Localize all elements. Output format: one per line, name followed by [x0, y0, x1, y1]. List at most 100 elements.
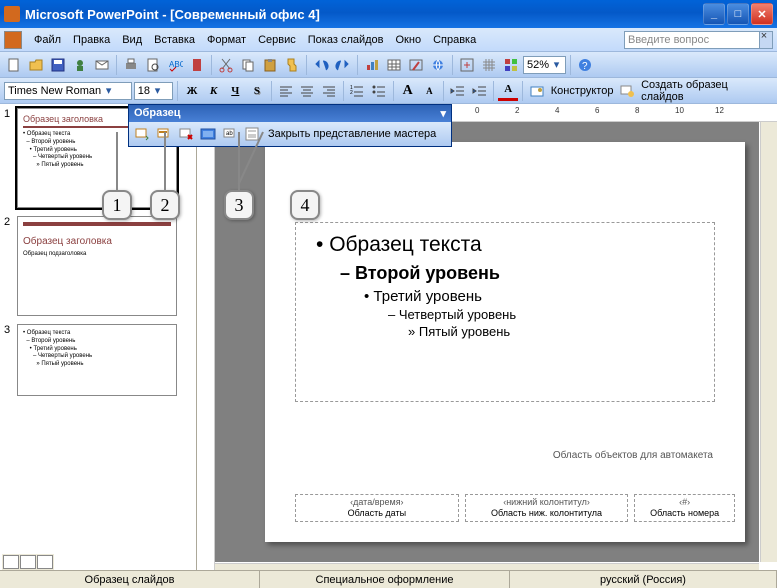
svg-text:ab: ab [226, 131, 233, 137]
help-button[interactable]: ? [575, 55, 595, 75]
status-bar: Образец слайдов Специальное оформление р… [0, 570, 777, 588]
paste-button[interactable] [260, 55, 280, 75]
color-button[interactable] [501, 55, 521, 75]
menu-window[interactable]: Окно [390, 32, 428, 48]
shadow-button[interactable]: S [247, 81, 267, 101]
numbered-list-button[interactable]: 12 [348, 81, 368, 101]
open-button[interactable] [26, 55, 46, 75]
font-name-value: Times New Roman [8, 85, 101, 97]
maximize-button[interactable]: □ [727, 3, 749, 25]
menu-insert[interactable]: Вставка [148, 32, 201, 48]
save-button[interactable] [48, 55, 68, 75]
chevron-down-icon[interactable]: ▾ [440, 107, 446, 120]
vertical-ruler[interactable] [197, 104, 215, 580]
decrease-font-button[interactable]: A [420, 81, 440, 101]
decrease-indent-button[interactable] [448, 81, 468, 101]
insert-slide-master-button[interactable] [132, 124, 152, 144]
print-button[interactable] [121, 55, 141, 75]
underline-button[interactable]: Ч [225, 81, 245, 101]
rename-master-button[interactable]: ab [220, 124, 240, 144]
number-placeholder[interactable]: ‹#›Область номера [634, 494, 735, 522]
doc-close-button[interactable]: × [757, 30, 771, 44]
canvas[interactable]: • Образец текста – Второй уровень • Трет… [215, 122, 759, 562]
preview-button[interactable] [143, 55, 163, 75]
hyperlink-button[interactable] [428, 55, 448, 75]
menu-format[interactable]: Формат [201, 32, 252, 48]
thumb-2[interactable]: 2 Образец заголовка Образец подзаголовка [4, 216, 192, 316]
menu-slideshow[interactable]: Показ слайдов [302, 32, 390, 48]
level2-text: Второй уровень [355, 263, 500, 283]
close-button[interactable]: ✕ [751, 3, 773, 25]
body-placeholder[interactable]: • Образец текста – Второй уровень • Трет… [295, 222, 715, 402]
svg-text:2: 2 [350, 90, 353, 96]
level3-text: Третий уровень [373, 288, 482, 305]
cut-button[interactable] [216, 55, 236, 75]
level1-text: Образец текста [329, 233, 481, 256]
vertical-scrollbar[interactable] [760, 122, 777, 562]
grid-button[interactable] [479, 55, 499, 75]
thumb-2-title: Образец заголовка [23, 236, 171, 247]
master-toolbar: Образец ▾ ab Закрыть представление масте… [128, 104, 452, 147]
chart-button[interactable] [362, 55, 382, 75]
menu-file[interactable]: Файл [28, 32, 67, 48]
create-master-button[interactable]: Создать образец слайдов [639, 79, 773, 103]
menu-help[interactable]: Справка [427, 32, 482, 48]
email-button[interactable] [92, 55, 112, 75]
align-right-button[interactable] [319, 81, 339, 101]
permission-button[interactable] [70, 55, 90, 75]
thumb-3[interactable]: 3 • Образец текста – Второй уровень • Тр… [4, 324, 192, 396]
increase-indent-button[interactable] [470, 81, 490, 101]
format-painter-button[interactable] [282, 55, 302, 75]
menu-service[interactable]: Сервис [252, 32, 302, 48]
preserve-master-button[interactable] [198, 124, 218, 144]
font-color-button[interactable]: A [498, 81, 518, 101]
spellcheck-button[interactable]: ABC [165, 55, 185, 75]
font-name-combo[interactable]: Times New Roman▾ [4, 82, 132, 100]
callout-4-label: 4 [290, 190, 320, 220]
close-master-view-button[interactable]: Закрыть представление мастера [264, 128, 440, 140]
tables-borders-button[interactable] [406, 55, 426, 75]
menu-bar: Файл Правка Вид Вставка Формат Сервис По… [0, 28, 777, 52]
doc-icon[interactable] [4, 31, 22, 49]
zoom-value: 52% [527, 59, 549, 71]
undo-button[interactable] [311, 55, 331, 75]
level4-text: Четвертый уровень [399, 307, 516, 322]
master-toolbar-title[interactable]: Образец ▾ [129, 105, 451, 122]
view-buttons [2, 554, 54, 570]
design-icon[interactable] [527, 81, 547, 101]
callout-1-label: 1 [102, 190, 132, 220]
help-search-input[interactable]: Введите вопрос [624, 31, 760, 49]
slide[interactable]: • Образец текста – Второй уровень • Трет… [265, 142, 745, 542]
slide-editor: 12 10 8 6 4 2 0 2 4 6 8 10 12 • Образец … [197, 104, 777, 580]
redo-button[interactable] [333, 55, 353, 75]
window-title: Microsoft PowerPoint - [Современный офис… [25, 7, 703, 22]
increase-font-button[interactable]: A [398, 81, 418, 101]
slideshow-view-button[interactable] [37, 555, 53, 569]
table-button[interactable] [384, 55, 404, 75]
align-left-button[interactable] [276, 81, 296, 101]
delete-master-button[interactable] [176, 124, 196, 144]
date-placeholder[interactable]: ‹дата/время›Область даты [295, 494, 459, 522]
designer-button[interactable]: Конструктор [549, 85, 616, 97]
callout-2: 2 [150, 190, 180, 220]
new-slide-icon[interactable] [617, 81, 637, 101]
italic-button[interactable]: К [204, 81, 224, 101]
minimize-button[interactable]: _ [703, 3, 725, 25]
sorter-view-button[interactable] [20, 555, 36, 569]
expand-button[interactable] [457, 55, 477, 75]
normal-view-button[interactable] [3, 555, 19, 569]
callout-4: 4 [290, 190, 320, 220]
align-center-button[interactable] [297, 81, 317, 101]
research-button[interactable] [187, 55, 207, 75]
zoom-combo[interactable]: 52%▾ [523, 56, 566, 74]
footer-placeholder[interactable]: ‹нижний колонтитул›Область ниж. колонтит… [465, 494, 629, 522]
menu-view[interactable]: Вид [116, 32, 148, 48]
slide-thumbnail-panel: 1 Образец заголовка • Образец текста – В… [0, 104, 197, 580]
copy-button[interactable] [238, 55, 258, 75]
bold-button[interactable]: Ж [182, 81, 202, 101]
new-button[interactable] [4, 55, 24, 75]
formatting-toolbar: Times New Roman▾ 18▾ Ж К Ч S 12 A A A Ко… [0, 78, 777, 104]
bullet-list-button[interactable] [369, 81, 389, 101]
font-size-combo[interactable]: 18▾ [134, 82, 173, 100]
menu-edit[interactable]: Правка [67, 32, 116, 48]
